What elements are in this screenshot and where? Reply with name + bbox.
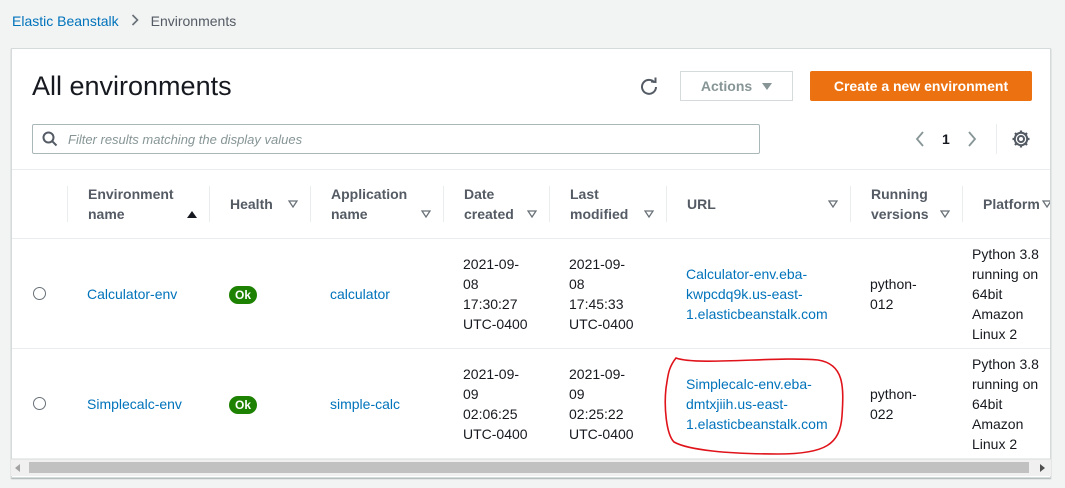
- chevron-left-icon: [915, 131, 924, 147]
- column-label: URL: [687, 196, 716, 212]
- refresh-button[interactable]: [638, 75, 660, 97]
- last-modified-cell: 2021-09- 09 02:25:22 UTC-0400: [569, 365, 634, 442]
- platform-cell: Python 3.8 running on 64bit Amazon Linux 2: [972, 245, 1039, 342]
- divider: [996, 124, 997, 154]
- table-row[interactable]: Simplecalc-env Ok simple-calc 2021-09- 09…: [12, 349, 1050, 459]
- environment-name-link[interactable]: Simplecalc-env: [87, 396, 182, 412]
- column-label: modified: [570, 206, 629, 222]
- filter-input[interactable]: [66, 130, 750, 148]
- column-header-running-versions[interactable]: Running versions: [850, 170, 962, 239]
- gear-icon: [1012, 130, 1030, 148]
- column-header-application-name[interactable]: Application name: [310, 170, 443, 239]
- column-label: Running: [871, 186, 928, 202]
- scrollbar-thumb[interactable]: [29, 462, 1029, 473]
- actions-dropdown[interactable]: Actions: [680, 71, 793, 101]
- column-label: Environment: [88, 186, 174, 202]
- health-status-badge: Ok: [229, 395, 258, 414]
- page-title: All environments: [32, 71, 232, 101]
- current-page-number[interactable]: 1: [942, 131, 950, 147]
- application-name-link[interactable]: simple-calc: [330, 396, 400, 412]
- caret-down-icon: [762, 82, 773, 90]
- preferences-button[interactable]: [1011, 129, 1031, 149]
- platform-cell: Python 3.8 running on 64bit Amazon Linux 2: [972, 355, 1039, 452]
- breadcrumb-environments: Environments: [150, 13, 237, 29]
- breadcrumb: Elastic Beanstalk Environments: [12, 13, 236, 29]
- column-header-platform[interactable]: Platform: [962, 170, 1050, 239]
- select-column-header: [12, 170, 67, 239]
- horizontal-scrollbar[interactable]: [11, 459, 1051, 476]
- chevron-right-icon: [968, 131, 976, 147]
- scroll-left-icon[interactable]: [15, 464, 20, 472]
- environment-name-link[interactable]: Calculator-env: [87, 286, 177, 302]
- sort-icon: [1042, 200, 1050, 208]
- refresh-icon: [641, 77, 657, 95]
- column-header-url[interactable]: URL: [666, 170, 850, 239]
- column-label: created: [464, 206, 514, 222]
- sort-icon: [421, 210, 431, 218]
- sort-icon: [940, 210, 950, 218]
- table-header-row: Environment name Health Application name: [12, 169, 1050, 239]
- sort-icon: [288, 200, 298, 208]
- running-versions-cell: python- 022: [870, 385, 917, 422]
- column-label: Application: [331, 186, 408, 202]
- column-label: name: [88, 206, 125, 222]
- environment-url-link[interactable]: Simplecalc-env.eba-dmtxjiih.us-east- 1.el…: [686, 376, 828, 432]
- column-header-last-modified[interactable]: Last modified: [549, 170, 666, 239]
- environment-url-link[interactable]: Calculator-env.eba-kwpcdq9k.us-east- 1.el…: [686, 266, 828, 322]
- last-modified-cell: 2021-09- 08 17:45:33 UTC-0400: [569, 255, 634, 332]
- date-created-cell: 2021-09- 09 02:06:25 UTC-0400: [463, 365, 528, 442]
- sort-ascending-icon: [187, 210, 197, 218]
- search-icon: [42, 131, 58, 147]
- date-created-cell: 2021-09- 08 17:30:27 UTC-0400: [463, 255, 528, 332]
- application-name-link[interactable]: calculator: [330, 286, 390, 302]
- filter-field: [32, 124, 760, 154]
- column-header-date-created[interactable]: Date created: [443, 170, 549, 239]
- environments-panel: All environments Actions Create a new en…: [11, 48, 1051, 478]
- column-label: Health: [230, 196, 273, 212]
- row-select-radio[interactable]: [33, 397, 46, 410]
- table-row[interactable]: Calculator-env Ok calculator 2021-09- 08 1…: [12, 239, 1050, 349]
- sort-icon: [644, 210, 654, 218]
- breadcrumb-elastic-beanstalk[interactable]: Elastic Beanstalk: [12, 13, 119, 29]
- scroll-right-icon[interactable]: [1040, 464, 1045, 472]
- column-header-environment-name[interactable]: Environment name: [67, 170, 209, 239]
- pagination: 1: [908, 127, 984, 151]
- column-label: name: [331, 206, 368, 222]
- sort-icon: [828, 200, 838, 208]
- create-environment-button[interactable]: Create a new environment: [810, 71, 1032, 101]
- column-label: Date: [464, 186, 495, 202]
- actions-label: Actions: [700, 78, 753, 94]
- running-versions-cell: python- 012: [870, 275, 917, 312]
- chevron-right-icon: [131, 13, 139, 29]
- column-label: versions: [871, 206, 929, 222]
- environments-table: Environment name Health Application name: [12, 169, 1050, 459]
- row-select-radio[interactable]: [33, 287, 46, 300]
- column-label: Last: [570, 186, 599, 202]
- column-header-health[interactable]: Health: [209, 170, 310, 239]
- next-page-button[interactable]: [960, 127, 984, 151]
- sort-icon: [527, 210, 537, 218]
- column-label: Platform: [983, 196, 1040, 212]
- previous-page-button[interactable]: [908, 127, 932, 151]
- health-status-badge: Ok: [229, 285, 258, 304]
